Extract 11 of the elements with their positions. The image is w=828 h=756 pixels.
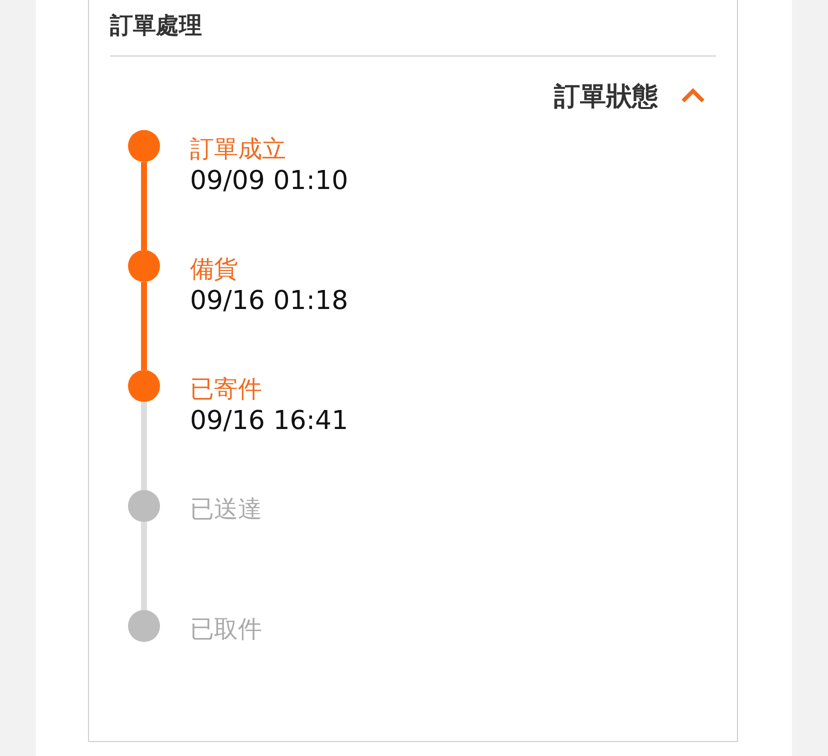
step-label: 備貨 (190, 254, 239, 284)
step-label: 訂單成立 (190, 134, 287, 164)
step-label: 已寄件 (190, 374, 263, 404)
card-title: 訂單處理 (110, 12, 203, 41)
chevron-up-icon[interactable] (680, 88, 706, 104)
status-heading: 訂單狀態 (554, 80, 658, 114)
step-label: 已取件 (190, 614, 262, 644)
step-time: 09/09 01:10 (190, 165, 348, 198)
step-time: 09/16 01:18 (190, 285, 348, 318)
step-time: 09/16 16:41 (190, 405, 348, 438)
step-label: 已送達 (190, 494, 262, 524)
